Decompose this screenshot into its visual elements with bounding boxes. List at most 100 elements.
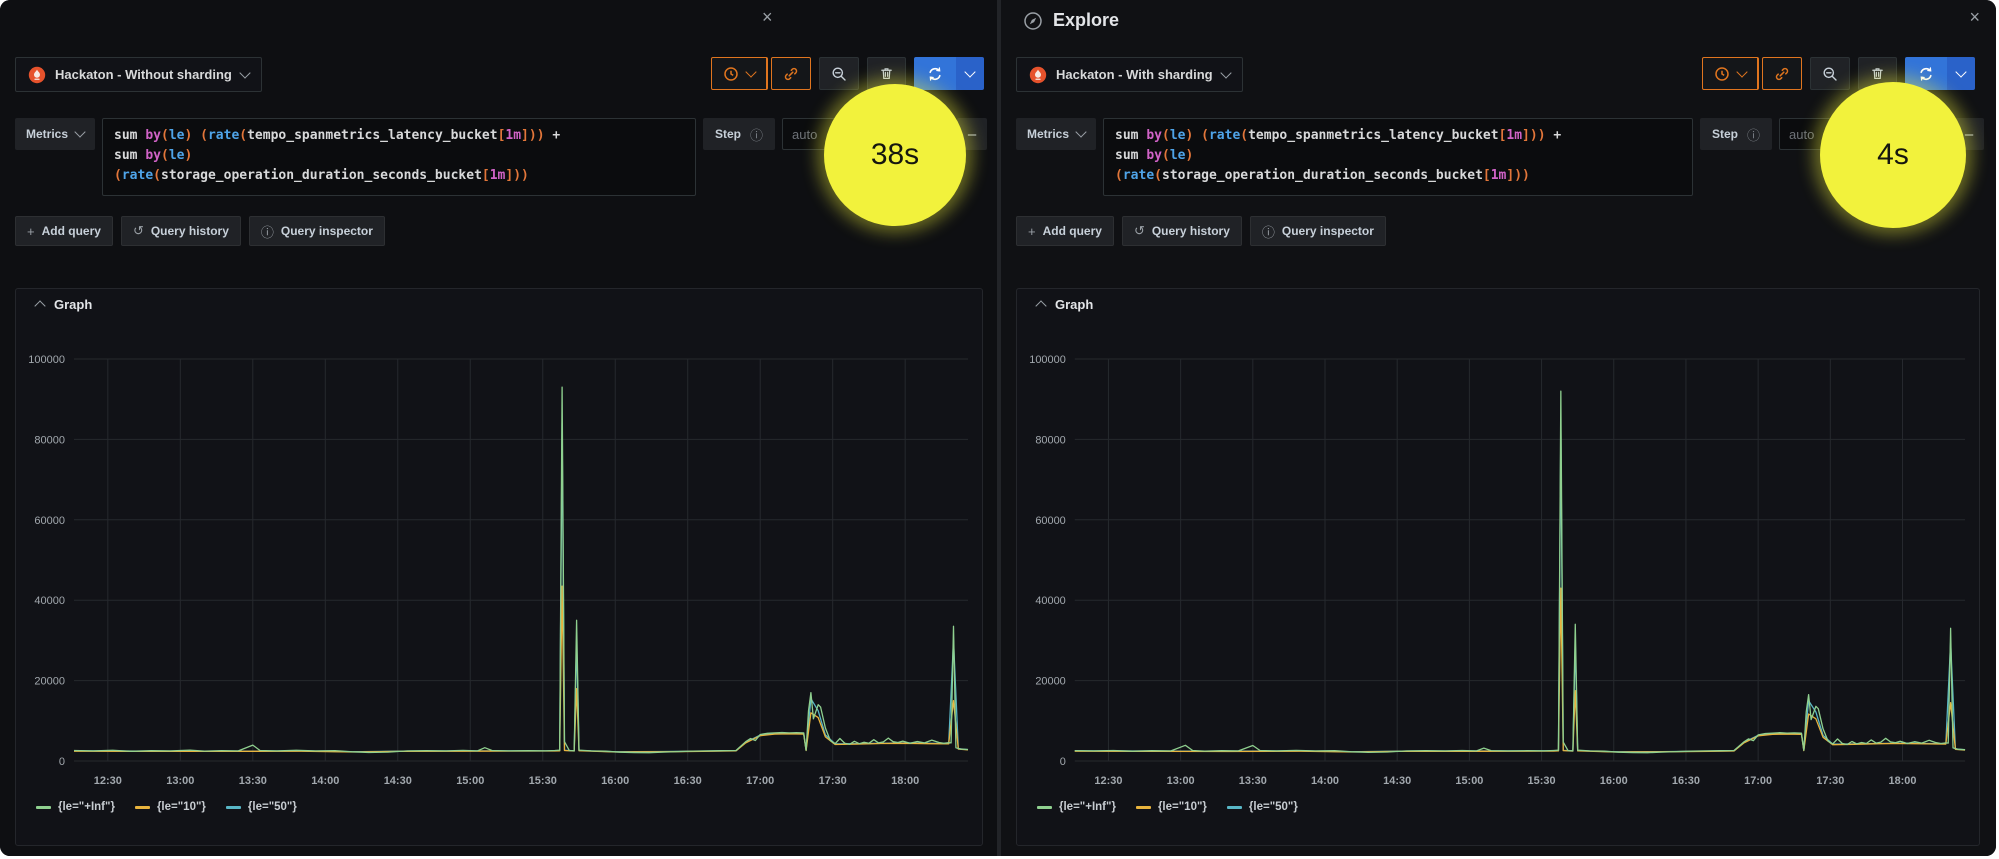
legend-color-dash [1135, 805, 1151, 809]
svg-text:13:00: 13:00 [166, 775, 194, 787]
metrics-dropdown-button[interactable]: Metrics [1016, 118, 1097, 150]
explore-pane-left: × Hackaton - Without sharding Metrics su… [0, 0, 997, 856]
trash-icon [1870, 66, 1885, 81]
graph-legend: {le="+Inf"} {le="10"} {le="50"} [16, 797, 982, 813]
svg-text:40000: 40000 [34, 595, 65, 607]
step-label: Step [714, 127, 741, 141]
svg-text:0: 0 [1060, 756, 1066, 768]
chevron-down-icon [1219, 66, 1232, 79]
chevron-down-icon [1736, 65, 1748, 78]
promql-query-editor[interactable]: sum by(le) (rate(tempo_spanmetrics_laten… [102, 118, 696, 196]
duration-annotation-badge: 4s [1820, 82, 1966, 228]
timeseries-chart[interactable]: 0 20000 40000 60000 80000 100000 12:30 13:00 13:… [16, 319, 982, 797]
trash-icon [879, 66, 894, 81]
graph-panel-header[interactable]: Graph [16, 289, 982, 319]
chevron-down-icon [74, 126, 86, 138]
svg-text:18:00: 18:00 [1888, 775, 1916, 787]
explore-title: Explore [1053, 10, 1120, 30]
svg-text:16:30: 16:30 [674, 775, 702, 787]
svg-text:80000: 80000 [34, 434, 65, 446]
promql-line: (rate(storage_operation_duration_seconds… [114, 168, 529, 183]
link-group [771, 57, 811, 90]
legend-item[interactable]: {le="10"} [1135, 801, 1207, 813]
info-icon: ⓘ [260, 224, 274, 240]
query-inspector-label: Query inspector [280, 224, 373, 238]
metrics-dropdown-button[interactable]: Metrics [15, 118, 96, 150]
legend-color-dash [1226, 805, 1242, 809]
link-button[interactable] [1763, 58, 1801, 89]
legend-item[interactable]: {le="50"} [1226, 801, 1298, 813]
add-query-button[interactable]: + Add query [1016, 216, 1114, 246]
legend-item[interactable]: {le="10"} [134, 801, 206, 813]
close-split-icon[interactable]: × [762, 8, 773, 26]
svg-text:15:00: 15:00 [456, 775, 484, 787]
graph-panel-title: Graph [54, 296, 93, 312]
metrics-label: Metrics [26, 127, 69, 141]
plus-icon: + [1028, 223, 1036, 239]
svg-text:14:30: 14:30 [384, 775, 412, 787]
svg-text:13:30: 13:30 [239, 775, 267, 787]
query-actions-row: + Add query ↺ Query history ⓘ Query insp… [15, 216, 385, 246]
legend-item[interactable]: {le="+Inf"} [36, 801, 115, 813]
time-picker-button[interactable] [1703, 58, 1758, 89]
link-icon [783, 66, 799, 82]
add-query-label: Add query [41, 224, 101, 238]
legend-color-dash [225, 805, 241, 809]
link-button[interactable] [772, 58, 810, 89]
clock-icon [1714, 66, 1730, 82]
svg-text:15:00: 15:00 [1455, 775, 1483, 787]
svg-text:12:30: 12:30 [94, 775, 122, 787]
refresh-icon [927, 66, 943, 82]
datasource-picker[interactable]: Hackaton - With sharding [1016, 57, 1243, 92]
close-split-icon[interactable]: × [1969, 8, 1980, 26]
query-inspector-button[interactable]: ⓘ Query inspector [1249, 216, 1386, 246]
query-history-button[interactable]: ↺ Query history [1121, 216, 1242, 246]
datasource-picker[interactable]: Hackaton - Without sharding [15, 57, 262, 92]
query-history-label: Query history [1151, 224, 1230, 238]
zoom-out-button[interactable] [1810, 57, 1850, 90]
legend-item[interactable]: {le="+Inf"} [1037, 801, 1116, 813]
query-history-button[interactable]: ↺ Query history [120, 216, 241, 246]
svg-text:20000: 20000 [34, 676, 65, 688]
promql-query-editor[interactable]: sum by(le) (rate(tempo_spanmetrics_laten… [1103, 118, 1693, 196]
time-picker-button[interactable] [712, 58, 767, 89]
info-icon: ⓘ [1261, 224, 1275, 240]
zoom-out-icon [831, 66, 847, 82]
legend-label: {le="50"} [1248, 801, 1298, 813]
duration-annotation-badge: 38s [824, 84, 966, 226]
query-inspector-label: Query inspector [1281, 224, 1374, 238]
timeseries-svg[interactable]: 0 20000 40000 60000 80000 100000 12:30 13:00 13:… [16, 319, 982, 797]
explore-header: Explore [1023, 10, 1119, 31]
svg-text:15:30: 15:30 [1528, 775, 1556, 787]
legend-color-dash [134, 805, 150, 809]
run-query-button[interactable] [914, 57, 956, 90]
run-query-interval-dropdown[interactable] [1947, 57, 1975, 90]
plus-icon: + [27, 223, 35, 239]
legend-label: {le="+Inf"} [1059, 801, 1116, 813]
step-label-chip: Step ⓘ [702, 118, 775, 150]
svg-text:40000: 40000 [1035, 595, 1065, 607]
prometheus-flame-icon [1029, 66, 1047, 84]
legend-label: {le="50"} [247, 801, 297, 813]
legend-item[interactable]: {le="50"} [225, 801, 297, 813]
chevron-down-icon [1955, 65, 1967, 78]
legend-color-dash [36, 805, 51, 809]
chevron-down-icon [964, 65, 976, 78]
svg-text:60000: 60000 [1035, 515, 1065, 527]
add-query-button[interactable]: + Add query [15, 216, 113, 246]
prometheus-flame-icon [28, 66, 46, 84]
step-label-chip: Step ⓘ [1699, 118, 1772, 150]
query-inspector-button[interactable]: ⓘ Query inspector [248, 216, 385, 246]
promql-line: sum by(le) [114, 148, 193, 163]
svg-text:15:30: 15:30 [529, 775, 557, 787]
svg-text:100000: 100000 [1029, 354, 1066, 366]
timeseries-chart[interactable]: 0 20000 40000 60000 80000 100000 12:30 13:00 13:… [1017, 319, 1979, 797]
promql-line: (rate(storage_operation_duration_seconds… [1115, 168, 1530, 183]
graph-panel: Graph 0 20000 40000 60000 80000 100000 12:30 13… [1016, 288, 1980, 846]
svg-text:17:30: 17:30 [1816, 775, 1844, 787]
svg-text:0: 0 [59, 756, 65, 768]
run-query-interval-dropdown[interactable] [956, 57, 984, 90]
graph-panel-header[interactable]: Graph [1017, 289, 1979, 319]
timeseries-svg[interactable]: 0 20000 40000 60000 80000 100000 12:30 13:00 13:… [1017, 319, 1979, 797]
zoom-out-button[interactable] [819, 57, 859, 90]
